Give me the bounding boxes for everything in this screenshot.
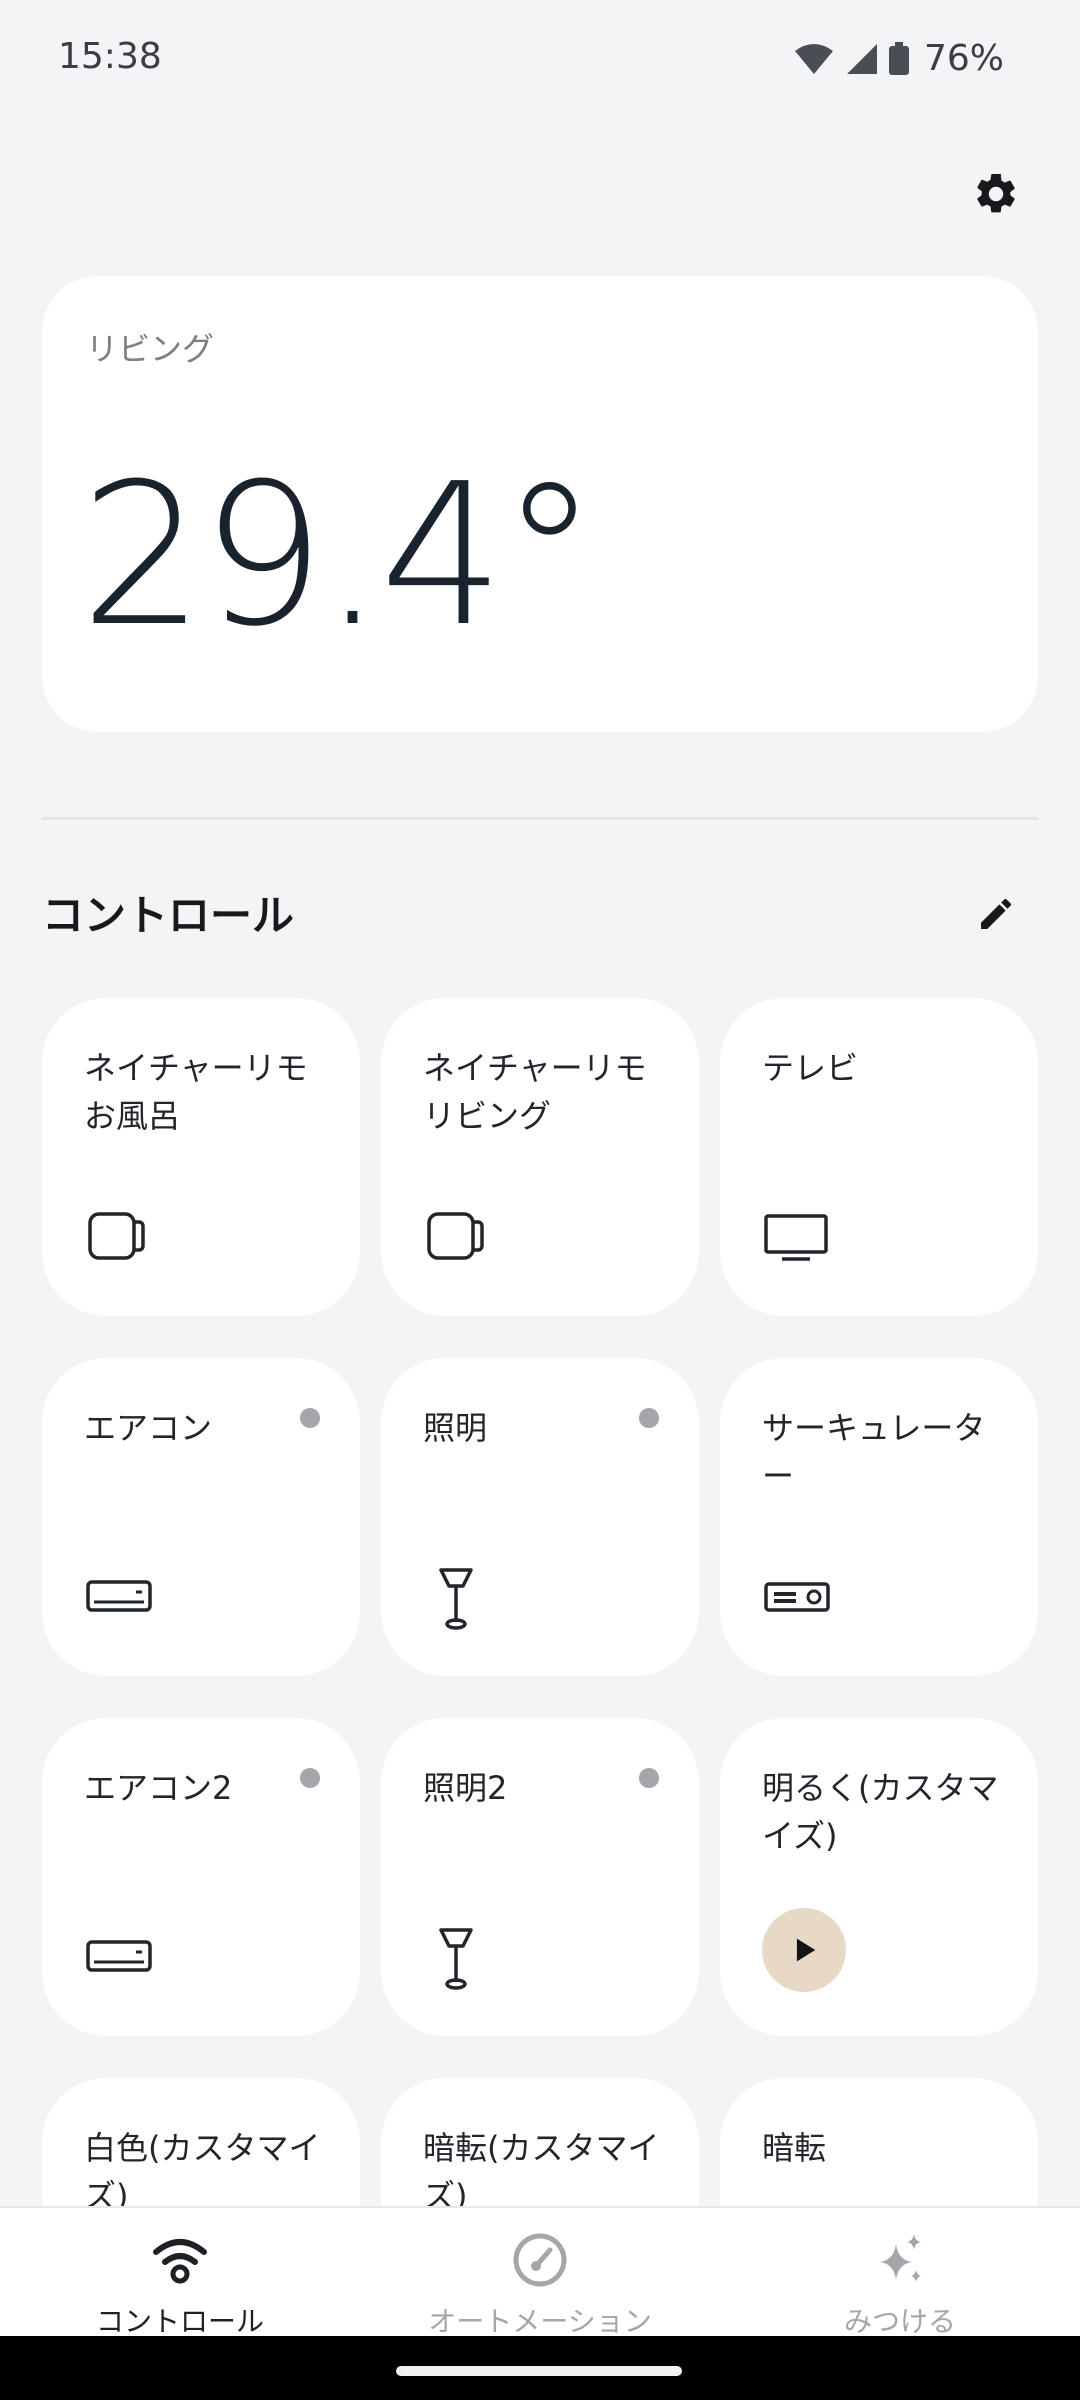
- tile-air-conditioner-2[interactable]: エアコン2: [42, 1718, 360, 2036]
- tile-label: エアコン: [84, 1409, 213, 1447]
- status-dot: [639, 1408, 659, 1428]
- tile-label: ネイチャーリモ お風呂: [84, 1049, 308, 1135]
- cell-signal-icon: [846, 43, 877, 74]
- battery-percent: 76%: [923, 38, 1004, 79]
- remo-device-icon: [427, 1212, 484, 1260]
- nav-label: みつける: [843, 2305, 956, 2338]
- nav-controls[interactable]: コントロール: [0, 2208, 360, 2338]
- room-card[interactable]: リビング 29.4°: [42, 276, 1038, 732]
- lamp-icon: [439, 1928, 473, 1990]
- tile-tv[interactable]: テレビ: [720, 998, 1038, 1316]
- remo-device-icon: [88, 1212, 145, 1260]
- tile-label: サーキュレーター: [762, 1409, 986, 1495]
- nav-label: コントロール: [95, 2305, 264, 2338]
- room-name: リビング: [86, 330, 215, 368]
- lamp-icon: [439, 1568, 473, 1630]
- nav-discover[interactable]: みつける: [720, 2208, 1080, 2338]
- tile-label: 照明: [423, 1409, 488, 1447]
- status-bar: 15:38 76%: [0, 0, 1080, 118]
- tile-label: エアコン2: [84, 1769, 233, 1807]
- wifi-signal-icon: [794, 43, 833, 74]
- gesture-bar: [0, 2336, 1080, 2400]
- tile-label: テレビ: [762, 1049, 859, 1087]
- play-button[interactable]: [762, 1908, 846, 1992]
- status-dot: [300, 1408, 320, 1428]
- gauge-icon: [513, 2233, 567, 2287]
- tile-label: 暗転: [762, 2129, 827, 2167]
- battery-icon: [888, 41, 909, 75]
- status-dot: [300, 1768, 320, 1788]
- tile-light[interactable]: 照明: [381, 1358, 699, 1676]
- section-title: コントロール: [42, 891, 295, 940]
- tile-nature-remo-bath[interactable]: ネイチャーリモ お風呂: [42, 998, 360, 1316]
- home-handle[interactable]: [396, 2366, 682, 2376]
- nav-label: オートメーション: [428, 2305, 652, 2338]
- divider: [42, 817, 1038, 820]
- air-conditioner-icon: [86, 1940, 152, 1972]
- tv-icon: [764, 1214, 828, 1261]
- pencil-icon: [981, 898, 1012, 929]
- tile-brighten-scene[interactable]: 明るく(カスタマイズ): [720, 1718, 1038, 2036]
- tile-nature-remo-living[interactable]: ネイチャーリモ リビング: [381, 998, 699, 1316]
- status-icons: 76%: [794, 38, 1004, 79]
- tile-label: ネイチャーリモ リビング: [423, 1049, 647, 1135]
- play-icon: [796, 1938, 816, 1962]
- status-time: 15:38: [58, 36, 162, 77]
- app-screen: 15:38 76% リビング 29.4° コントロール ネイチャーリモ お風呂 …: [0, 0, 1080, 2400]
- nav-automation[interactable]: オートメーション: [360, 2208, 720, 2338]
- air-conditioner-icon: [86, 1580, 152, 1612]
- room-temperature: 29.4°: [80, 442, 598, 670]
- edit-button[interactable]: [970, 888, 1022, 940]
- tile-air-conditioner[interactable]: エアコン: [42, 1358, 360, 1676]
- settings-button[interactable]: [966, 164, 1026, 224]
- tile-light-2[interactable]: 照明2: [381, 1718, 699, 2036]
- bottom-nav: コントロール オートメーション みつける: [0, 2206, 1080, 2338]
- gear-icon: [977, 173, 1015, 213]
- tile-circulator[interactable]: サーキュレーター: [720, 1358, 1038, 1676]
- tile-label: 明るく(カスタマイズ): [762, 1769, 999, 1855]
- status-dot: [639, 1768, 659, 1788]
- wifi-icon: [153, 2239, 207, 2284]
- tile-label: 照明2: [423, 1769, 508, 1807]
- sparkle-icon: [880, 2234, 921, 2282]
- circulator-icon: [764, 1582, 830, 1612]
